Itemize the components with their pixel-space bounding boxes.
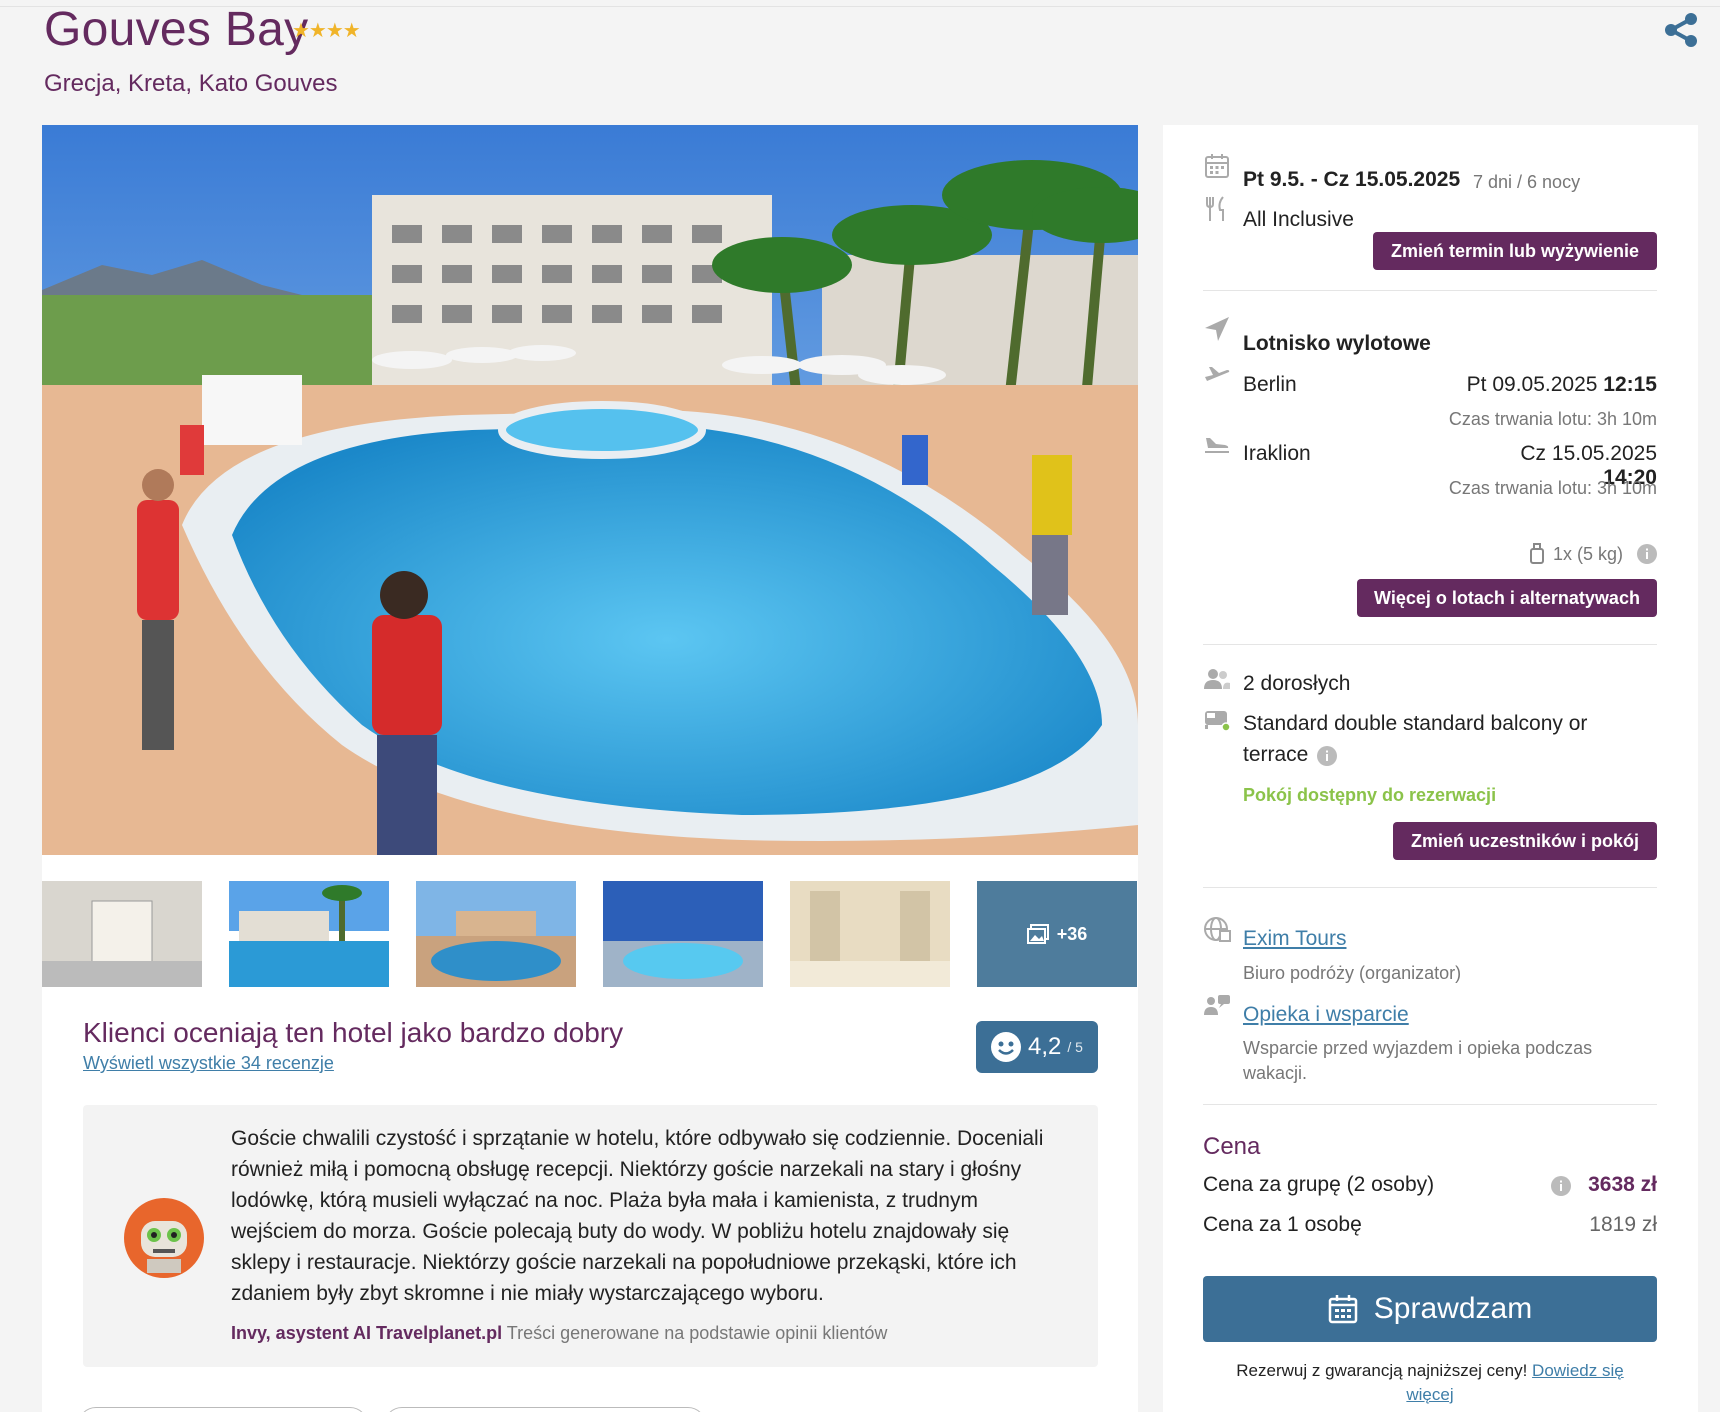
gallery-thumbnail-lobby[interactable]	[42, 881, 202, 987]
luggage-icon	[1530, 543, 1544, 564]
board-type: All Inclusive	[1243, 208, 1354, 231]
ai-summary-note: Treści generowane na podstawie opinii kl…	[506, 1323, 888, 1343]
outbound-datetime: Pt 09.05.2025 12:15	[1463, 373, 1657, 397]
info-icon[interactable]	[1637, 544, 1657, 564]
operator-link[interactable]: Exim Tours	[1243, 927, 1346, 951]
ai-summary-author: Invy, asystent AI Travelplanet.pl	[231, 1323, 503, 1343]
outbound-city: Berlin	[1243, 373, 1297, 396]
main-photo[interactable]	[42, 125, 1138, 855]
calendar-icon	[1205, 154, 1229, 178]
room-availability: Pokój dostępny do rezerwacji	[1243, 785, 1497, 805]
outbound-time: 12:15	[1603, 373, 1657, 396]
guarantee-link-part2: więcej	[1406, 1385, 1454, 1404]
per-person-price: 1819 zł	[1589, 1213, 1657, 1236]
ai-summary-credit: Invy, asystent AI Travelplanet.pl Treści…	[231, 1323, 887, 1344]
rating-headline: Klienci oceniają ten hotel jako bardzo d…	[83, 1017, 624, 1048]
hotel-stars: ★★★★	[292, 20, 361, 42]
group-price-label: Cena za grupę (2 osoby)	[1203, 1173, 1435, 1196]
section-divider	[1203, 1104, 1657, 1105]
calendar-icon	[1328, 1295, 1358, 1324]
outbound-flight-duration: Czas trwania lotu: 3h 10m	[1448, 409, 1657, 429]
bed-icon	[1205, 711, 1231, 732]
tab-pill-1[interactable]	[78, 1407, 368, 1412]
support-description-1: Wsparcie przed wyjazdem i opieka podczas	[1243, 1038, 1593, 1058]
operator-description: Biuro podróży (organizator)	[1243, 963, 1462, 983]
robot-avatar-icon	[124, 1198, 204, 1278]
pool-photo-illustration	[42, 125, 1138, 855]
share-icon[interactable]	[1662, 10, 1702, 50]
support-link[interactable]: Opieka i wsparcie	[1243, 1003, 1409, 1027]
booking-sidebar: Pt 9.5. - Cz 15.05.2025 7 dni / 6 nocy A…	[1163, 125, 1698, 1412]
gallery-thumbnail-pool-side[interactable]	[229, 881, 389, 987]
check-availability-label: Sprawdzam	[1373, 1292, 1533, 1325]
change-date-button[interactable]: Zmień termin lub wyżywienie	[1373, 232, 1657, 270]
baggage-allowance: 1x (5 kg)	[1553, 544, 1624, 564]
rating-score-badge[interactable]: 4,2 / 5	[976, 1021, 1098, 1073]
travel-duration: 7 dni / 6 nocy	[1473, 172, 1581, 192]
ai-review-summary: Goście chwalili czystość i sprzątanie w …	[83, 1105, 1098, 1367]
inbound-flight-duration: Czas trwania lotu: 3h 10m	[1448, 478, 1657, 498]
change-room-button[interactable]: Zmień uczestników i pokój	[1393, 822, 1657, 860]
gallery-thumbnail-hall[interactable]	[790, 881, 950, 987]
guarantee-link-part1: Dowiedz się	[1532, 1361, 1624, 1380]
flight-details-button[interactable]: Więcej o lotach i alternatywach	[1357, 579, 1657, 617]
section-divider	[1203, 887, 1657, 888]
per-person-price-label: Cena za 1 osobę	[1203, 1213, 1362, 1236]
plane-takeoff-icon	[1205, 367, 1230, 381]
price-guarantee-text: Rezerwuj z gwarancją najniższej ceny!	[1236, 1361, 1528, 1380]
all-reviews-link[interactable]: Wyświetl wszystkie 34 recenzje	[83, 1053, 334, 1074]
rating-score-max: / 5	[1067, 1039, 1083, 1055]
price-header: Cena	[1203, 1133, 1261, 1160]
fork-knife-icon	[1206, 196, 1224, 221]
inbound-city: Iraklion	[1243, 442, 1311, 465]
ai-summary-text: Goście chwalili czystość i sprzątanie w …	[231, 1127, 1044, 1305]
plane-landing-icon	[1205, 438, 1229, 453]
airport-label: Lotnisko wylotowe	[1243, 332, 1431, 355]
images-icon	[1026, 924, 1049, 944]
smiley-icon	[991, 1032, 1021, 1062]
people-icon	[1204, 669, 1230, 689]
price-guarantee: Rezerwuj z gwarancją najniższej ceny! Do…	[1203, 1359, 1657, 1407]
gallery-more-count: +36	[1056, 923, 1088, 944]
hotel-content-card: +36 Klienci oceniają ten hotel jako bard…	[42, 125, 1138, 1412]
support-chat-icon	[1204, 995, 1230, 1015]
gallery-thumbnail-pool-sunset[interactable]	[416, 881, 576, 987]
travellers-count: 2 dorosłych	[1243, 672, 1351, 695]
gallery-thumbnail-pool-night[interactable]	[603, 881, 763, 987]
hotel-name: Gouves Bay	[44, 3, 309, 56]
inbound-date: Cz 15.05.2025	[1520, 442, 1657, 465]
gallery-more-button[interactable]: +36	[977, 881, 1137, 987]
rating-score: 4,2	[1028, 1033, 1062, 1060]
hotel-location: Grecja, Kreta, Kato Gouves	[44, 70, 338, 97]
tab-pill-2[interactable]	[384, 1407, 706, 1412]
room-info-icon[interactable]	[1317, 746, 1337, 766]
support-description-2: wakacji.	[1243, 1063, 1308, 1083]
travel-dates: Pt 9.5. - Cz 15.05.2025	[1243, 168, 1461, 191]
group-price: 3638 zł	[1588, 1173, 1657, 1196]
outbound-date: Pt 09.05.2025	[1466, 373, 1598, 396]
section-divider	[1203, 644, 1657, 645]
globe-icon	[1204, 917, 1231, 942]
departure-arrow-icon	[1205, 317, 1229, 341]
section-divider	[1203, 290, 1657, 291]
room-type-line1: Standard double standard balcony or	[1243, 712, 1588, 735]
room-type-line2: terrace	[1243, 743, 1309, 766]
check-availability-button[interactable]: Sprawdzam	[1203, 1276, 1657, 1342]
